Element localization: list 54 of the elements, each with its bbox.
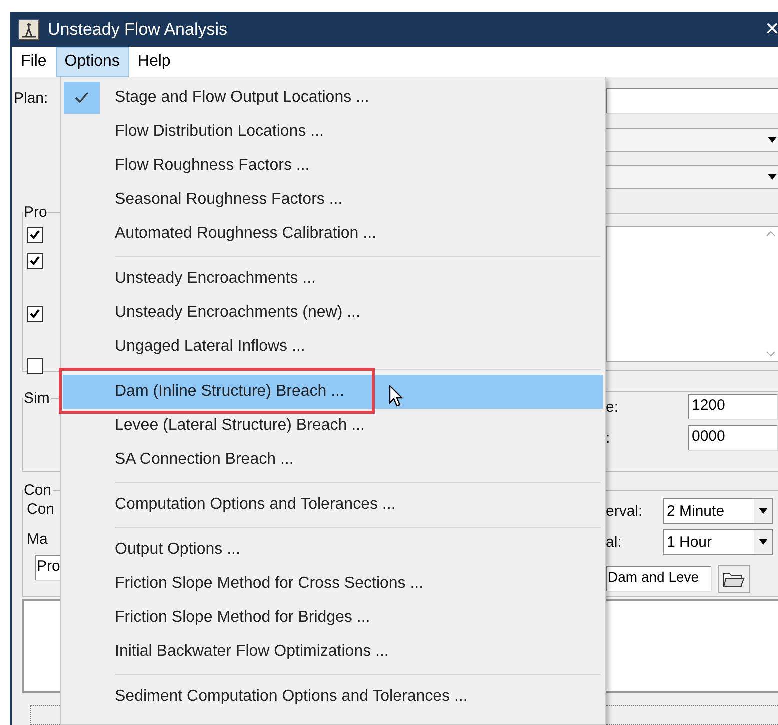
menu-item[interactable]: Friction Slope Method for Bridges ... bbox=[63, 601, 603, 635]
group-label: Sim bbox=[23, 390, 51, 407]
menu-item[interactable]: Friction Slope Method for Cross Sections ... bbox=[63, 567, 603, 601]
dropdown[interactable] bbox=[606, 165, 778, 189]
menu-item[interactable]: Output Options ... bbox=[63, 533, 603, 567]
plan-label: Plan: bbox=[13, 90, 50, 109]
menu-item[interactable]: Initial Backwater Flow Optimizations ... bbox=[63, 635, 603, 669]
dropdown-arrow-icon bbox=[758, 539, 768, 546]
menu-item[interactable]: Ungaged Lateral Inflows ... bbox=[63, 330, 603, 364]
close-icon[interactable]: ✕ bbox=[764, 19, 778, 40]
checkbox[interactable] bbox=[27, 226, 43, 243]
menu-item[interactable]: SA Connection Breach ... bbox=[63, 443, 603, 477]
field-label: : bbox=[606, 430, 612, 447]
menu-item[interactable]: Computation Options and Tolerances ... bbox=[63, 488, 603, 522]
scroll-up-icon[interactable] bbox=[766, 231, 776, 237]
text-field[interactable]: 1200 bbox=[688, 394, 778, 420]
dropdown-arrow-icon bbox=[758, 508, 768, 514]
text-field[interactable]: 0000 bbox=[688, 425, 778, 452]
menu-bar-item[interactable]: File bbox=[12, 47, 56, 77]
text-field[interactable]: Pro bbox=[35, 554, 60, 581]
field-label: erval: bbox=[606, 502, 644, 520]
menu-item[interactable]: Stage and Flow Output Locations ... bbox=[63, 81, 603, 115]
checkbox[interactable] bbox=[27, 306, 43, 322]
menu-item[interactable]: Automated Roughness Calibration ... bbox=[63, 217, 603, 251]
menu-item[interactable]: Unsteady Encroachments (new) ... bbox=[63, 296, 603, 330]
field-label: al: bbox=[606, 534, 623, 551]
menu-item[interactable]: Unsteady Encroachments ... bbox=[63, 262, 603, 296]
text-field[interactable]: Dam and Leve bbox=[606, 566, 712, 592]
checkbox[interactable] bbox=[27, 358, 43, 374]
menu-bar-item[interactable]: Help bbox=[128, 47, 180, 77]
menu-item[interactable]: Seasonal Roughness Factors ... bbox=[63, 183, 603, 217]
field-label: e: bbox=[606, 398, 620, 416]
window-title: Unsteady Flow Analysis bbox=[48, 20, 228, 40]
dropdown-arrow-icon bbox=[768, 174, 777, 180]
field-label: Ma bbox=[26, 530, 49, 550]
menu-item[interactable]: Sediment Computation Options and Tolerances ... bbox=[63, 680, 603, 714]
menu-item[interactable]: Flow Distribution Locations ... bbox=[63, 115, 603, 149]
dropdown-arrow-icon bbox=[768, 137, 777, 143]
dropdown[interactable]: 1 Hour bbox=[663, 529, 773, 556]
menu-bar-item[interactable]: Options bbox=[56, 47, 129, 77]
group-label: Pro bbox=[23, 204, 48, 221]
app-icon bbox=[18, 18, 40, 40]
scroll-down-icon[interactable] bbox=[766, 351, 776, 357]
group-label: Con bbox=[23, 482, 53, 499]
cursor-icon bbox=[389, 385, 403, 407]
plan-field[interactable] bbox=[606, 88, 778, 114]
browse-button[interactable] bbox=[718, 565, 750, 594]
menu-item[interactable]: Dam (Inline Structure) Breach ... bbox=[63, 375, 603, 409]
field-label: Con bbox=[26, 500, 56, 520]
dropdown[interactable] bbox=[606, 128, 778, 152]
menu-item[interactable]: Levee (Lateral Structure) Breach ... bbox=[63, 409, 603, 443]
checkbox[interactable] bbox=[27, 252, 43, 269]
dropdown[interactable]: 2 Minute bbox=[663, 498, 773, 524]
menu-item[interactable]: Flow Roughness Factors ... bbox=[63, 149, 603, 183]
